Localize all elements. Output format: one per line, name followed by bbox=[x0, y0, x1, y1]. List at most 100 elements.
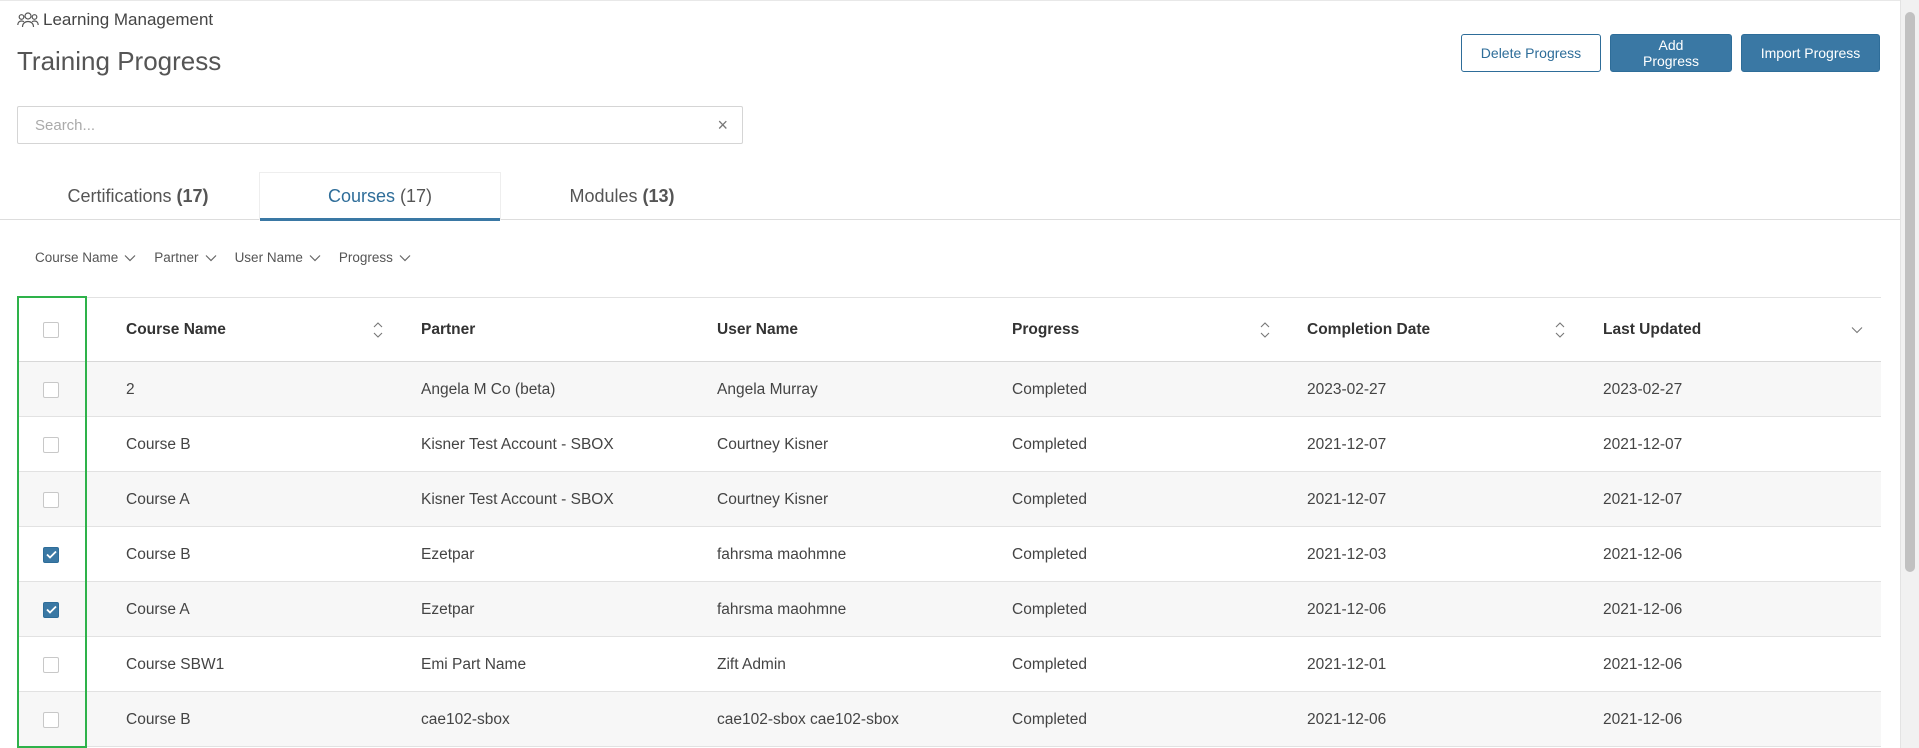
row-checkbox[interactable] bbox=[43, 491, 59, 508]
chevron-down-icon bbox=[205, 254, 216, 261]
tab-courses-label: Courses bbox=[327, 186, 395, 206]
filter-course-name-label: Course Name bbox=[35, 250, 119, 265]
filter-user-name-label: User Name bbox=[234, 250, 303, 265]
cell-partner: Ezetpar bbox=[421, 545, 475, 563]
progress-table: Course Name Partner User Name Progress C… bbox=[17, 297, 1881, 747]
cell-user: Angela Murray bbox=[717, 380, 818, 398]
cell-progress: Completed bbox=[1012, 710, 1087, 728]
table-row[interactable]: Course B Ezetpar fahrsma maohmne Completed 2… bbox=[17, 527, 1881, 582]
filter-bar: Course Name Partner User Name Progress bbox=[35, 250, 411, 265]
row-checkbox[interactable] bbox=[43, 436, 59, 453]
add-progress-button[interactable]: Add Progress bbox=[1610, 34, 1732, 72]
select-all-cell bbox=[43, 298, 59, 362]
clear-search-icon[interactable]: × bbox=[717, 116, 728, 134]
cell-name: Course B bbox=[126, 545, 191, 563]
table-body: 2 Angela M Co (beta) Angela Murray Complete… bbox=[17, 362, 1881, 747]
tab-courses[interactable]: Courses (17) bbox=[259, 172, 501, 221]
table-row[interactable]: Course B Kisner Test Account - SBOX Courtn… bbox=[17, 417, 1881, 472]
cell-completion: 2021-12-03 bbox=[1307, 545, 1387, 563]
cell-name: Course B bbox=[126, 710, 191, 728]
page-title: Training Progress bbox=[17, 46, 222, 76]
row-checkbox[interactable] bbox=[43, 601, 59, 618]
column-progress[interactable]: Progress bbox=[1012, 298, 1079, 362]
row-checkbox[interactable] bbox=[43, 711, 59, 728]
cell-name: Course A bbox=[126, 490, 190, 508]
table-row[interactable]: Course SBW1 Emi Part Name Zift Admin Comple… bbox=[17, 637, 1881, 692]
filter-partner[interactable]: Partner bbox=[154, 250, 216, 265]
cell-user: Courtney Kisner bbox=[717, 435, 829, 453]
delete-progress-button[interactable]: Delete Progress bbox=[1461, 34, 1601, 72]
tab-certifications-label: Certifications bbox=[67, 185, 172, 206]
cell-completion: 2021-12-06 bbox=[1307, 600, 1387, 618]
search-input[interactable] bbox=[35, 116, 718, 134]
cell-name: Course B bbox=[126, 435, 191, 453]
cell-progress: Completed bbox=[1012, 435, 1087, 453]
select-all-checkbox[interactable] bbox=[43, 322, 59, 338]
cell-partner: Emi Part Name bbox=[421, 655, 527, 673]
cell-user: Courtney Kisner bbox=[717, 490, 829, 508]
chevron-down-icon bbox=[399, 254, 411, 261]
cell-completion: 2021-12-06 bbox=[1307, 710, 1387, 728]
cell-updated: 2021-12-06 bbox=[1603, 600, 1683, 618]
filter-progress[interactable]: Progress bbox=[339, 250, 411, 265]
cell-progress: Completed bbox=[1012, 545, 1087, 563]
row-checkbox[interactable] bbox=[43, 381, 59, 398]
table-row[interactable]: Course B cae102-sbox cae102-sbox cae102-sb… bbox=[17, 692, 1881, 747]
cell-partner: Kisner Test Account - SBOX bbox=[421, 435, 614, 453]
cell-updated: 2023-02-27 bbox=[1603, 380, 1683, 398]
table-row[interactable]: Course A Ezetpar fahrsma maohmne Completed 2… bbox=[17, 582, 1881, 637]
filter-user-name[interactable]: User Name bbox=[235, 250, 321, 265]
row-select-cell bbox=[43, 527, 59, 582]
row-select-cell bbox=[43, 637, 59, 692]
row-checkbox[interactable] bbox=[43, 546, 59, 563]
chevron-down-icon[interactable] bbox=[1851, 326, 1863, 334]
import-progress-button[interactable]: Import Progress bbox=[1741, 34, 1880, 72]
column-last-updated[interactable]: Last Updated bbox=[1603, 298, 1701, 362]
tab-courses-count: (17) bbox=[400, 186, 433, 206]
cell-partner: Kisner Test Account - SBOX bbox=[421, 490, 614, 508]
cell-completion: 2021-12-07 bbox=[1307, 435, 1387, 453]
scrollbar[interactable] bbox=[1900, 0, 1919, 748]
cell-completion: 2021-12-01 bbox=[1307, 655, 1387, 673]
cell-updated: 2021-12-07 bbox=[1603, 435, 1683, 453]
cell-progress: Completed bbox=[1012, 490, 1087, 508]
chevron-down-icon bbox=[124, 254, 136, 261]
tab-modules-count: (13) bbox=[642, 185, 675, 206]
cell-updated: 2021-12-06 bbox=[1603, 655, 1683, 673]
cell-progress: Completed bbox=[1012, 380, 1087, 398]
cell-name: Course A bbox=[126, 600, 190, 618]
tab-modules-label: Modules bbox=[569, 185, 638, 206]
row-select-cell bbox=[43, 362, 59, 417]
search-box: × bbox=[17, 106, 743, 144]
filter-progress-label: Progress bbox=[338, 250, 393, 265]
chevron-down-icon bbox=[309, 254, 321, 261]
cell-progress: Completed bbox=[1012, 655, 1087, 673]
cell-partner: Angela M Co (beta) bbox=[421, 380, 556, 398]
row-select-cell bbox=[43, 472, 59, 527]
breadcrumb-label[interactable]: Learning Management bbox=[43, 10, 213, 30]
row-checkbox[interactable] bbox=[43, 656, 59, 673]
cell-name: 2 bbox=[126, 380, 135, 398]
cell-user: fahrsma maohmne bbox=[717, 545, 847, 563]
row-select-cell bbox=[43, 582, 59, 637]
cell-progress: Completed bbox=[1012, 600, 1087, 618]
sort-updown-icon[interactable] bbox=[1554, 320, 1566, 340]
top-border bbox=[0, 0, 1919, 1]
table-row[interactable]: 2 Angela M Co (beta) Angela Murray Complete… bbox=[17, 362, 1881, 417]
column-user-name[interactable]: User Name bbox=[717, 298, 798, 362]
column-course-name[interactable]: Course Name bbox=[126, 298, 226, 362]
cell-completion: 2023-02-27 bbox=[1307, 380, 1387, 398]
table-row[interactable]: Course A Kisner Test Account - SBOX Courtn… bbox=[17, 472, 1881, 527]
breadcrumb: Learning Management bbox=[17, 10, 213, 30]
tab-modules[interactable]: Modules (13) bbox=[501, 172, 743, 220]
column-completion-date[interactable]: Completion Date bbox=[1307, 298, 1430, 362]
filter-course-name[interactable]: Course Name bbox=[35, 250, 136, 265]
sort-updown-icon[interactable] bbox=[1259, 320, 1271, 340]
column-partner[interactable]: Partner bbox=[421, 298, 475, 362]
tab-certifications-count: (17) bbox=[176, 185, 209, 206]
tab-bar: Certifications (17) Courses (17) Modules… bbox=[0, 172, 1900, 221]
tab-certifications[interactable]: Certifications (17) bbox=[17, 172, 259, 220]
sort-updown-icon[interactable] bbox=[372, 320, 384, 340]
cell-partner: Ezetpar bbox=[421, 600, 475, 618]
scrollbar-thumb[interactable] bbox=[1905, 12, 1915, 572]
